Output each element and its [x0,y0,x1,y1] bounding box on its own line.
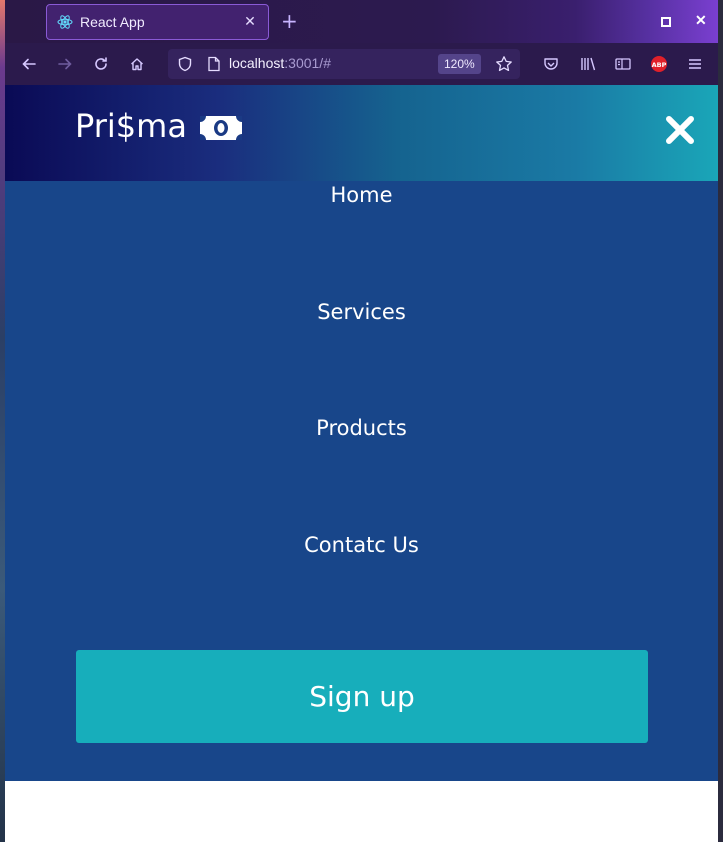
star-icon[interactable] [494,54,514,74]
new-tab-icon[interactable]: + [281,10,298,32]
home-icon[interactable] [127,54,147,74]
maximize-icon[interactable] [661,17,671,27]
shield-icon[interactable] [175,54,195,74]
nav-item-contact[interactable]: Contatc Us [5,533,718,557]
abp-icon[interactable]: ABP [649,54,669,74]
close-icon[interactable] [665,115,695,145]
browser-tab[interactable]: React App ✕ [46,4,269,40]
url-text[interactable]: localhost:3001/# [229,55,331,71]
signup-button[interactable]: Sign up [76,650,648,743]
reload-icon[interactable] [91,54,111,74]
desktop-edge-right [718,0,723,842]
money-bill-icon [199,112,243,140]
nav-item-home[interactable]: Home [5,183,718,207]
nav-item-products[interactable]: Products [5,416,718,440]
tab-title: React App [80,14,145,30]
url-host: localhost [229,55,285,71]
nav-item-services[interactable]: Services [5,300,718,324]
page-viewport: Pri$ma Home Services Products Contatc Us… [5,85,718,842]
url-rest: :3001/# [284,55,331,71]
brand-logo[interactable]: Pri$ma [75,107,243,145]
mobile-nav-menu: Home Services Products Contatc Us Sign u… [5,181,718,781]
react-icon [57,14,73,30]
menu-icon[interactable] [685,54,705,74]
back-icon[interactable] [19,54,39,74]
window-close-icon[interactable]: ✕ [695,12,707,29]
reader-icon[interactable] [613,54,633,74]
brand-name: Pri$ma [75,107,187,145]
browser-titlebar: React App ✕ + ✕ [5,0,718,43]
url-bar[interactable]: localhost:3001/# 120% [168,49,520,79]
tab-close-icon[interactable]: ✕ [242,14,258,30]
zoom-level[interactable]: 120% [438,54,481,74]
library-icon[interactable] [578,54,598,74]
forward-icon[interactable] [55,54,75,74]
pocket-icon[interactable] [541,54,561,74]
browser-toolbar: localhost:3001/# 120% ABP [5,43,718,85]
svg-text:ABP: ABP [652,61,667,69]
page-icon [204,54,224,74]
app-header: Pri$ma [5,85,718,181]
